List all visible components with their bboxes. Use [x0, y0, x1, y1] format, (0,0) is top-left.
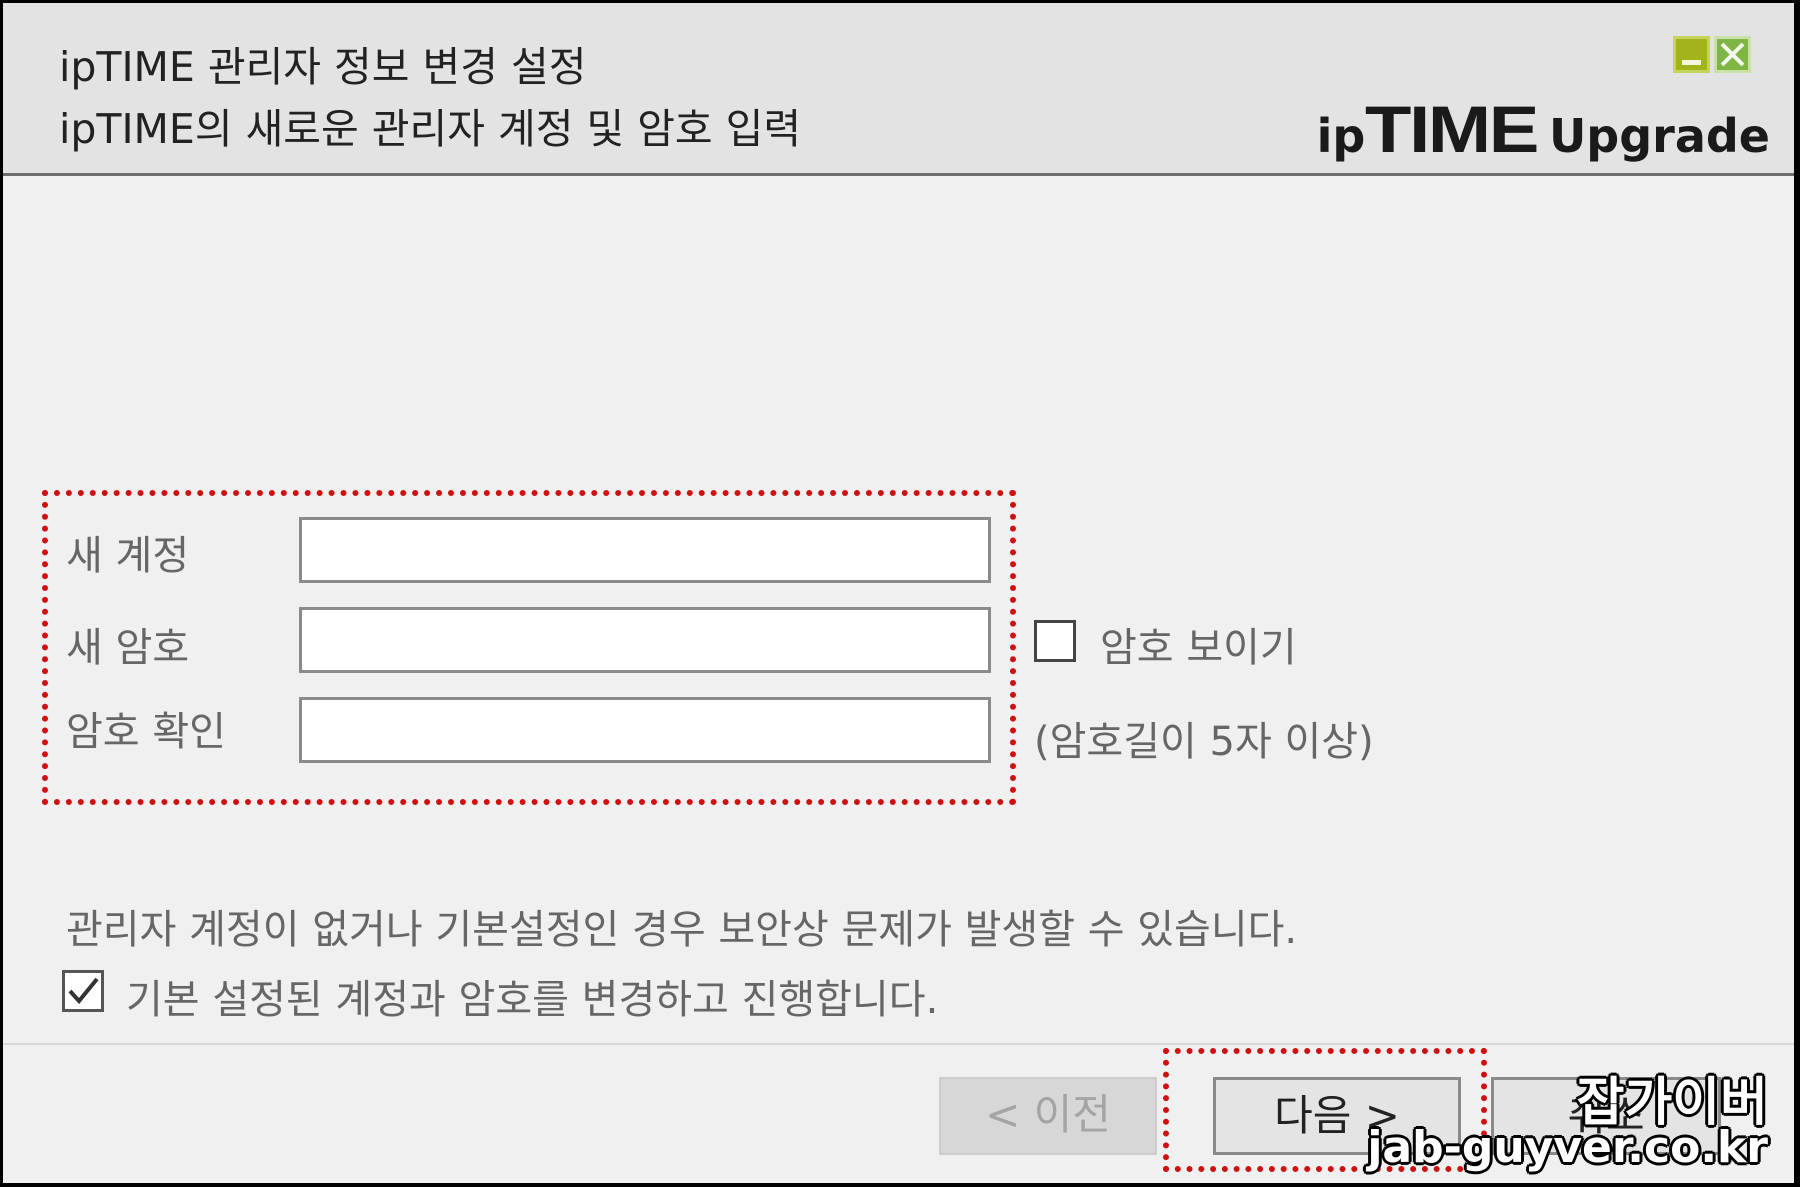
security-warning: 관리자 계정이 없거나 기본설정인 경우 보안상 문제가 발생할 수 있습니다. [66, 907, 1298, 953]
logo-time: TIME [1365, 92, 1539, 166]
logo-ip: ip [1316, 109, 1366, 163]
close-icon [1720, 42, 1745, 67]
check-icon [68, 977, 99, 1005]
show-password-label[interactable]: 암호 보이기 [1100, 615, 1297, 673]
confirm-change-checkbox[interactable] [62, 970, 104, 1012]
close-button[interactable] [1714, 36, 1751, 73]
show-password-checkbox[interactable] [1034, 620, 1076, 662]
logo-upgrade: Upgrade [1548, 109, 1770, 163]
footer-separator [3, 1043, 1794, 1045]
header-bar: ipTIME 관리자 정보 변경 설정 ipTIME의 새로운 관리자 계정 및… [3, 3, 1794, 176]
iptime-setup-window: ipTIME 관리자 정보 변경 설정 ipTIME의 새로운 관리자 계정 및… [3, 3, 1794, 1183]
password-hint: (암호길이 5자 이상) [1034, 719, 1374, 765]
window-subtitle: ipTIME의 새로운 관리자 계정 및 암호 입력 [59, 105, 802, 153]
credentials-highlight [42, 490, 1016, 805]
window-title: ipTIME 관리자 정보 변경 설정 [59, 43, 587, 91]
watermark-url: jab-guyver.co.kr [1367, 1122, 1768, 1173]
minimize-icon [1682, 60, 1701, 65]
iptime-upgrade-logo: ipTIME Upgrade [1317, 91, 1770, 167]
minimize-button[interactable] [1673, 36, 1710, 73]
confirm-change-label[interactable]: 기본 설정된 계정과 암호를 변경하고 진행합니다. [126, 967, 938, 1025]
prev-button[interactable]: < 이전 [939, 1077, 1157, 1155]
